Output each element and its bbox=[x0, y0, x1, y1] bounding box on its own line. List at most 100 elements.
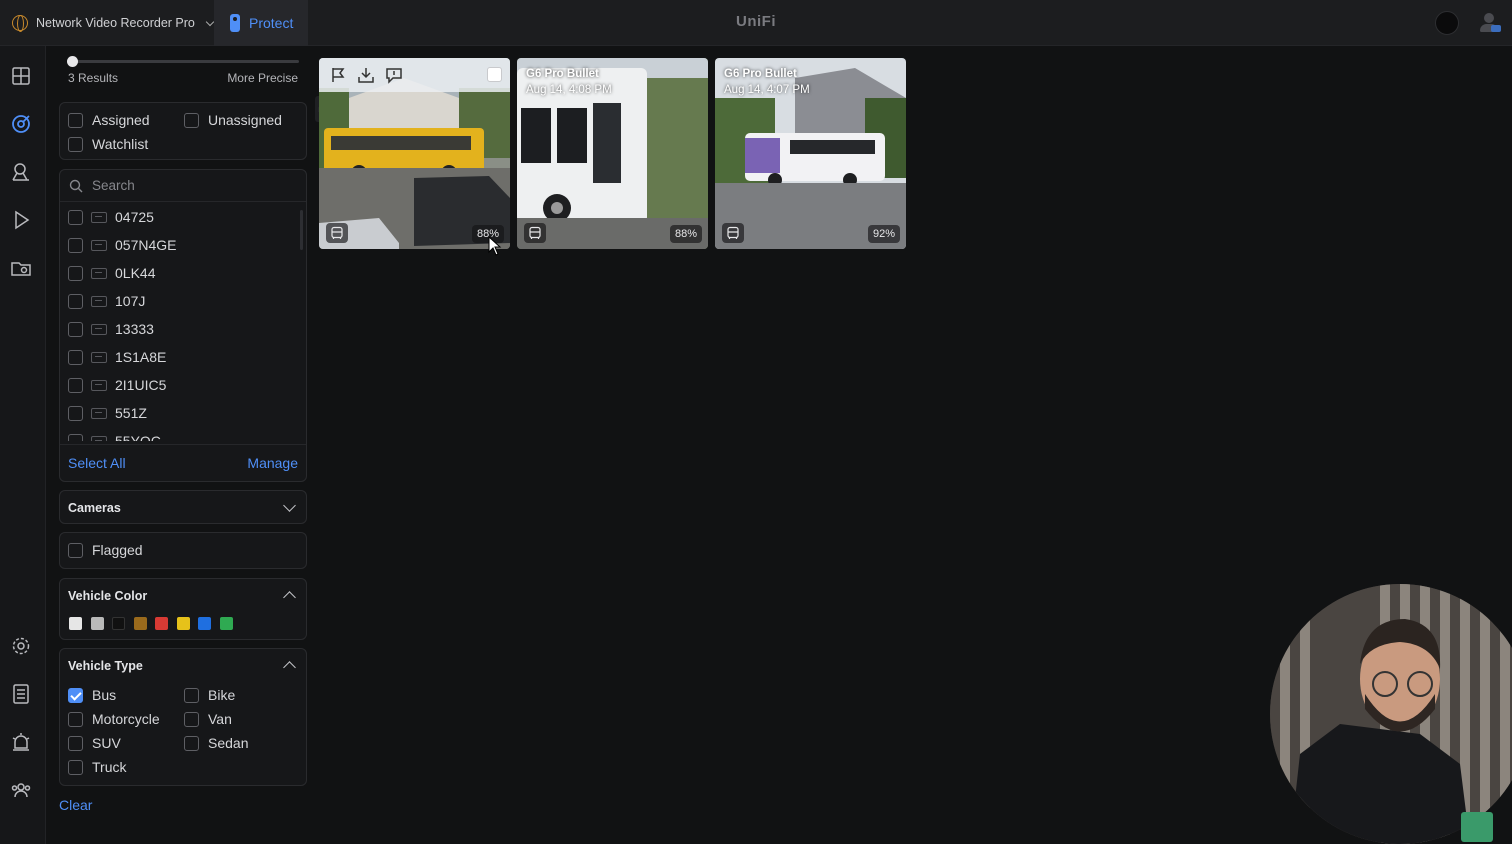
plate-list-item[interactable]: 057N4GE bbox=[68, 235, 176, 255]
presenter-webcam bbox=[1270, 584, 1512, 844]
plate-checkbox[interactable] bbox=[68, 265, 83, 281]
brand-logo: UniFi bbox=[736, 13, 776, 30]
result-card[interactable]: 88% bbox=[319, 58, 510, 249]
mouse-cursor-icon bbox=[488, 236, 502, 256]
chevron-up-icon[interactable] bbox=[283, 591, 296, 604]
watchlist-checkbox[interactable]: Watchlist bbox=[68, 136, 148, 152]
license-plate-icon bbox=[91, 295, 107, 307]
clear-filters-link[interactable]: Clear bbox=[59, 797, 92, 813]
plate-list[interactable]: 04725 057N4GE 0LK44 107J 13333 1S1A8E 2I1UIC5 5… bbox=[60, 203, 306, 441]
chevron-down-icon bbox=[283, 499, 296, 512]
confidence-badge: 92% bbox=[867, 225, 900, 243]
license-plate-icon bbox=[91, 211, 107, 223]
color-swatch[interactable] bbox=[112, 617, 125, 630]
vehicle-icon bbox=[326, 223, 348, 243]
precision-slider-thumb[interactable] bbox=[67, 56, 78, 67]
plate-checkbox[interactable] bbox=[68, 405, 83, 421]
license-plate-icon bbox=[91, 407, 107, 419]
user-avatar-icon[interactable] bbox=[1477, 10, 1503, 36]
plate-number: 2I1UIC5 bbox=[115, 377, 167, 393]
bus-checkbox[interactable]: Bus bbox=[68, 687, 116, 703]
color-swatch[interactable] bbox=[69, 617, 82, 630]
users-icon[interactable] bbox=[9, 778, 33, 802]
result-card[interactable]: G6 Pro Bullet Aug 14, 4:07 PM 92% bbox=[715, 58, 906, 249]
plate-number: 057N4GE bbox=[115, 237, 177, 253]
color-swatch[interactable] bbox=[90, 617, 104, 630]
plate-checkbox[interactable] bbox=[68, 237, 83, 253]
color-swatch[interactable] bbox=[176, 617, 190, 630]
van-checkbox[interactable]: Van bbox=[184, 711, 232, 727]
plate-list-scrollbar[interactable] bbox=[300, 210, 303, 250]
overlay-logo-icon bbox=[1461, 812, 1493, 842]
plate-list-item[interactable]: 0LK44 bbox=[68, 263, 155, 283]
license-plate-icon bbox=[91, 379, 107, 391]
color-swatch[interactable] bbox=[133, 617, 147, 630]
assigned-checkbox[interactable]: Assigned bbox=[68, 112, 150, 128]
dashboard-icon[interactable] bbox=[9, 64, 33, 88]
license-plate-icon bbox=[91, 435, 107, 441]
plate-number: 107J bbox=[115, 293, 146, 309]
vehicle-icon bbox=[722, 223, 744, 243]
detection-time: Aug 14, 4:07 PM bbox=[724, 84, 810, 96]
license-plate-icon bbox=[91, 267, 107, 279]
unassigned-checkbox[interactable]: Unassigned bbox=[184, 112, 282, 128]
comment-icon[interactable] bbox=[385, 66, 403, 84]
files-icon[interactable] bbox=[9, 256, 33, 280]
plate-checkbox[interactable] bbox=[68, 349, 83, 365]
suv-checkbox[interactable]: SUV bbox=[68, 735, 121, 751]
logs-icon[interactable] bbox=[9, 682, 33, 706]
select-all-link[interactable]: Select All bbox=[68, 455, 126, 471]
license-plate-icon bbox=[91, 239, 107, 251]
cameras-filter[interactable]: Cameras bbox=[59, 490, 307, 524]
alarms-icon[interactable] bbox=[9, 730, 33, 754]
flagged-filter: Flagged bbox=[59, 532, 307, 569]
vehicle-icon bbox=[524, 223, 546, 243]
bike-checkbox[interactable]: Bike bbox=[184, 687, 235, 703]
color-swatch[interactable] bbox=[219, 617, 233, 630]
cameras-label: Cameras bbox=[68, 501, 121, 515]
plate-checkbox[interactable] bbox=[68, 209, 83, 225]
manage-link[interactable]: Manage bbox=[247, 455, 298, 471]
plate-number: 55YOC bbox=[115, 433, 161, 441]
license-plate-icon bbox=[91, 351, 107, 363]
plate-checkbox[interactable] bbox=[68, 433, 83, 441]
vehicle-color-label: Vehicle Color bbox=[68, 589, 148, 603]
plate-checkbox[interactable] bbox=[68, 377, 83, 393]
detections-icon[interactable] bbox=[9, 112, 33, 136]
download-icon[interactable] bbox=[357, 66, 375, 84]
truck-checkbox[interactable]: Truck bbox=[68, 759, 126, 775]
theme-icon[interactable] bbox=[1435, 11, 1459, 35]
plate-list-item[interactable]: 1S1A8E bbox=[68, 347, 166, 367]
result-card[interactable]: G6 Pro Bullet Aug 14, 4:08 PM 88% bbox=[517, 58, 708, 249]
top-bar: Network Video Recorder Pro Protect UniFi bbox=[0, 0, 1512, 46]
motorcycle-checkbox[interactable]: Motorcycle bbox=[68, 711, 160, 727]
color-swatch[interactable] bbox=[198, 617, 211, 630]
assignment-filter-panel: Assigned Unassigned Watchlist bbox=[59, 102, 307, 160]
search-icon bbox=[69, 179, 83, 192]
plate-list-item[interactable]: 2I1UIC5 bbox=[68, 375, 166, 395]
flagged-checkbox[interactable]: Flagged bbox=[68, 542, 143, 558]
plate-number: 551Z bbox=[115, 405, 147, 421]
plate-list-item[interactable]: 04725 bbox=[68, 207, 154, 227]
sedan-checkbox[interactable]: Sedan bbox=[184, 735, 248, 751]
select-card-checkbox[interactable] bbox=[487, 67, 502, 82]
plate-number: 1S1A8E bbox=[115, 349, 167, 365]
plate-list-item[interactable]: 55YOC bbox=[68, 431, 161, 441]
settings-icon[interactable] bbox=[9, 634, 33, 658]
precision-slider-row: 3 Results More Precise bbox=[59, 54, 307, 94]
color-swatch[interactable] bbox=[155, 617, 168, 630]
plate-list-item[interactable]: 551Z bbox=[68, 403, 147, 423]
chevron-up-icon[interactable] bbox=[283, 661, 296, 674]
playback-icon[interactable] bbox=[9, 208, 33, 232]
plate-search-input[interactable]: Search bbox=[60, 170, 306, 202]
plate-checkbox[interactable] bbox=[68, 293, 83, 309]
plate-checkbox[interactable] bbox=[68, 321, 83, 337]
plate-list-item[interactable]: 107J bbox=[68, 291, 145, 311]
vehicle-color-filter: Vehicle Color bbox=[59, 578, 307, 640]
alarm-manager-icon[interactable] bbox=[9, 160, 33, 184]
card-hover-toolbar bbox=[319, 58, 510, 92]
sidebar-nav bbox=[0, 46, 46, 844]
plate-list-item[interactable]: 13333 bbox=[68, 319, 154, 339]
flag-icon[interactable] bbox=[329, 66, 347, 84]
precision-slider-track[interactable] bbox=[67, 60, 299, 63]
